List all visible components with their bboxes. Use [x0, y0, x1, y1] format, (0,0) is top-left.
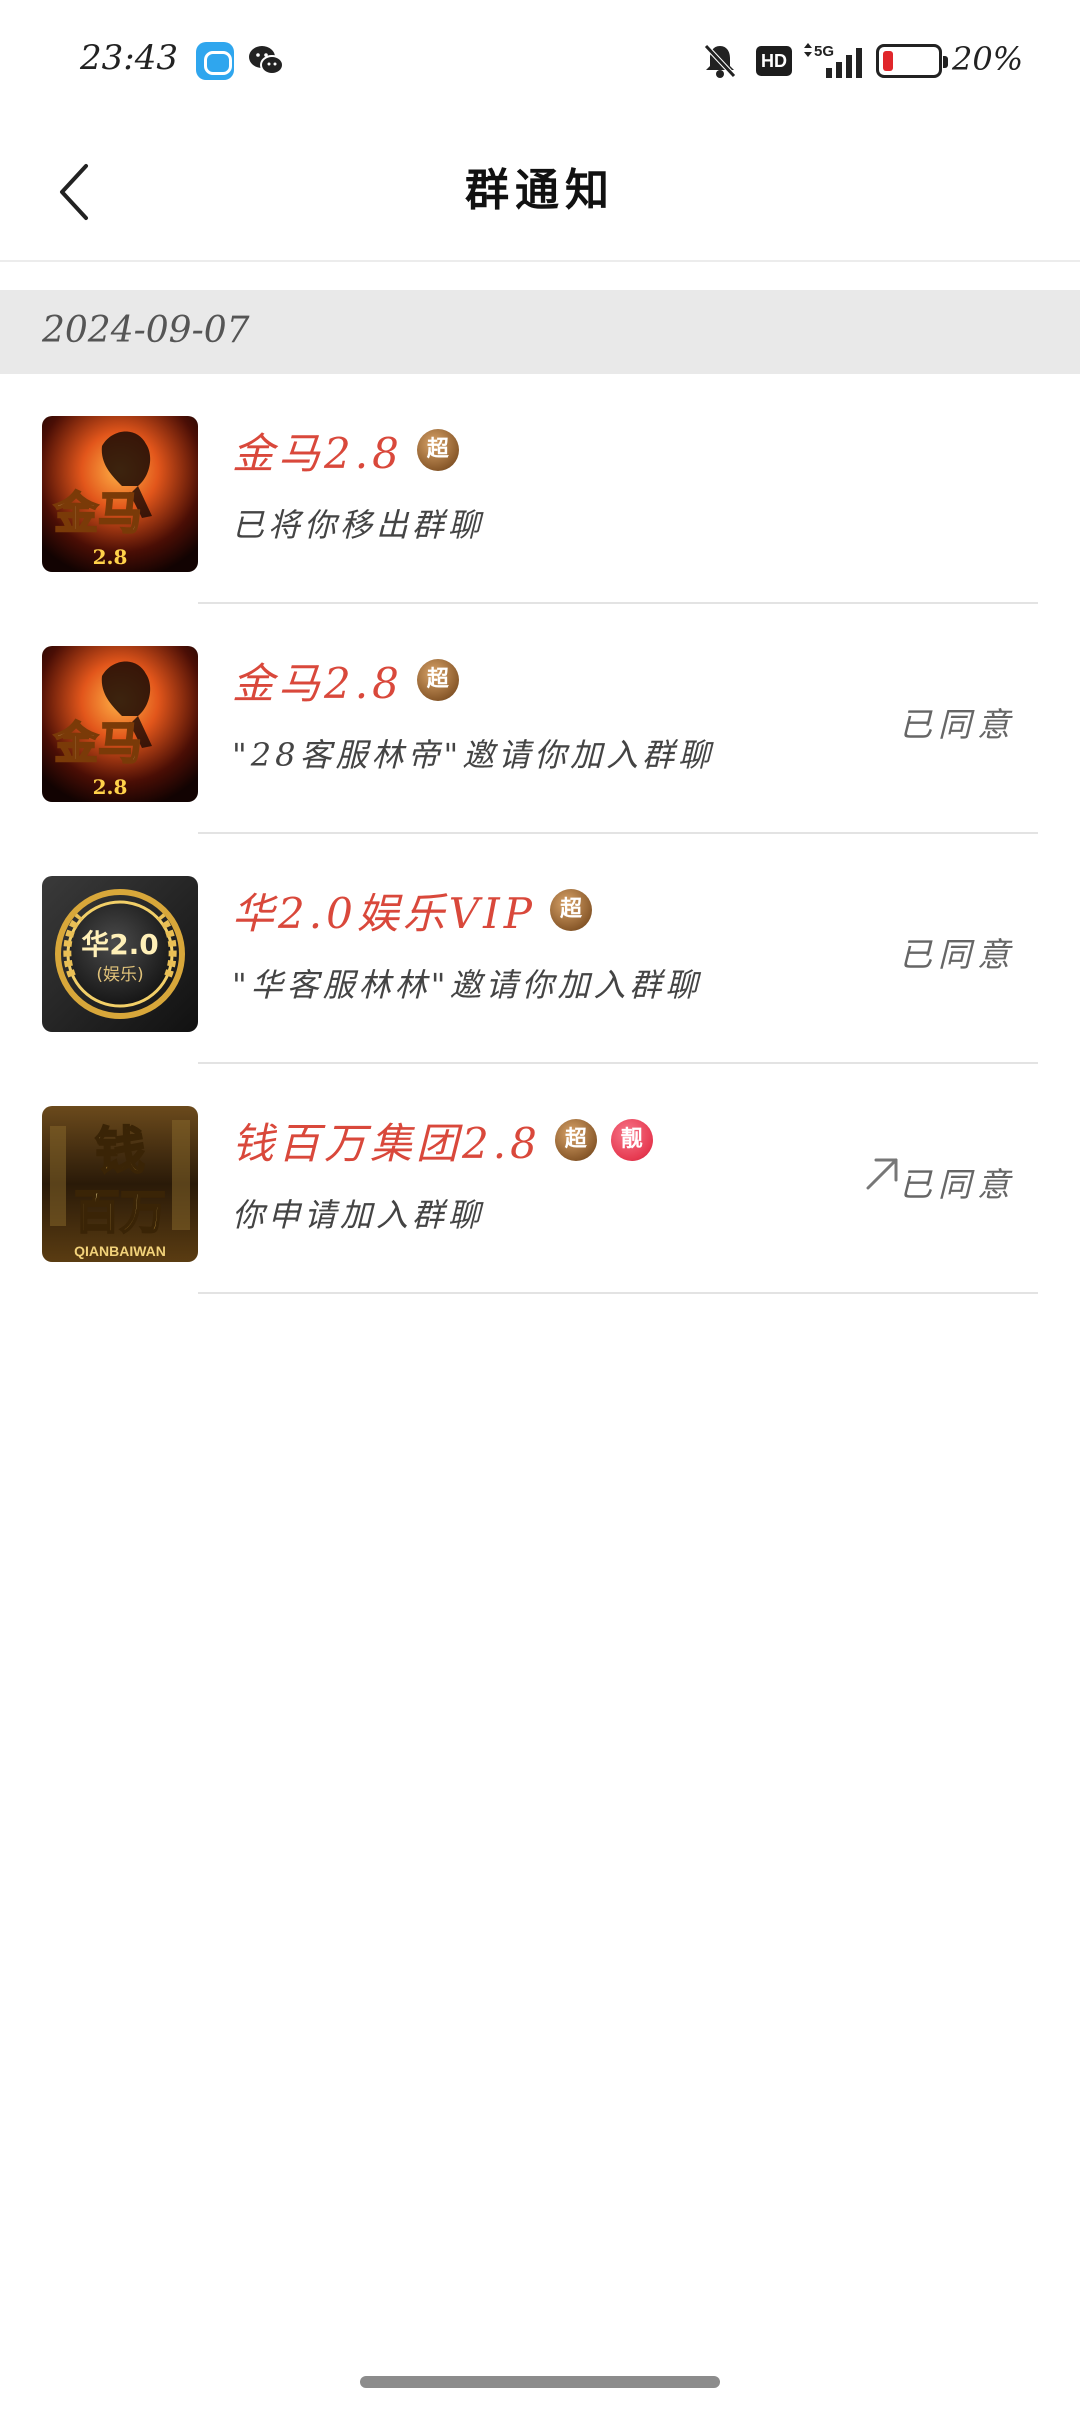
- request-status: 已同意: [899, 935, 1016, 974]
- avatar-subtitle: (娱乐): [96, 965, 143, 985]
- group-avatar[interactable]: 金马 2.8: [42, 646, 198, 802]
- group-name-row: 华2.0娱乐VIP 超: [232, 880, 592, 940]
- super-group-badge: 超: [554, 1119, 597, 1161]
- group-notifications-screen: 23:43 HD 5G 20% 群通知 2024-09-07 金马 2.8 金马…: [0, 0, 1080, 2412]
- page-title: 群通知: [465, 165, 615, 216]
- group-name-row: 金马2.8 超: [232, 650, 459, 710]
- battery-percentage: 20%: [952, 40, 1024, 78]
- group-name: 钱百万集团2.8: [232, 1118, 541, 1168]
- avatar-title: 金马: [53, 718, 142, 769]
- notification-item[interactable]: 金马 2.8 金马2.8 超 "28客服林帝"邀请你加入群聊 已同意: [0, 604, 1080, 834]
- mute-bell-icon: [702, 42, 738, 80]
- app-notification-icon: [196, 42, 234, 80]
- divider: [198, 1292, 1038, 1294]
- hd-icon: HD: [756, 46, 792, 76]
- group-name: 金马2.8: [232, 428, 403, 478]
- group-name-row: 金马2.8 超: [232, 420, 459, 480]
- avatar-title-2: 百万: [74, 1185, 166, 1239]
- pretty-number-badge: 靓: [610, 1119, 653, 1161]
- notification-item[interactable]: 华2.0 (娱乐) 华2.0娱乐VIP 超 "华客服林林"邀请你加入群聊 已同意: [0, 834, 1080, 1064]
- group-name-row: 钱百万集团2.8 超 靓: [232, 1110, 653, 1170]
- 5g-signal-icon: 5G: [800, 40, 864, 80]
- status-time: 23:43: [80, 38, 178, 78]
- notification-message: "28客服林帝"邀请你加入群聊: [232, 736, 715, 774]
- group-name: 金马2.8: [232, 658, 403, 708]
- battery-level: [883, 51, 893, 71]
- super-group-badge: 超: [416, 659, 459, 701]
- avatar-subtitle: 2.8: [93, 545, 128, 569]
- notification-message: 你申请加入群聊: [232, 1196, 485, 1234]
- avatar-title: 钱: [95, 1122, 145, 1180]
- section-date: 2024-09-07: [42, 310, 250, 351]
- network-label: 5G: [814, 43, 834, 60]
- notification-list: 金马 2.8 金马2.8 超 已将你移出群聊 金马 2.8 金马2.8 超 "2…: [0, 374, 1080, 1294]
- group-avatar[interactable]: 金马 2.8: [42, 416, 198, 572]
- avatar-title: 金马: [53, 488, 142, 539]
- notification-message: 已将你移出群聊: [232, 506, 485, 544]
- super-group-badge: 超: [549, 889, 592, 931]
- battery-icon: [876, 44, 948, 78]
- notification-message: "华客服林林"邀请你加入群聊: [232, 966, 702, 1004]
- status-bar: 23:43 HD 5G 20%: [0, 0, 1080, 120]
- group-avatar[interactable]: 钱 百万 QIANBAIWAN: [42, 1106, 198, 1262]
- date-section-header: 2024-09-07: [0, 290, 1080, 374]
- super-group-badge: 超: [416, 429, 459, 471]
- request-status: 已同意: [899, 1165, 1016, 1204]
- avatar-subtitle: QIANBAIWAN: [74, 1243, 166, 1259]
- arrow-up-right-icon: [866, 1158, 898, 1190]
- wechat-icon: [248, 44, 284, 78]
- avatar-subtitle: 2.8: [93, 775, 128, 799]
- notification-item[interactable]: 钱 百万 QIANBAIWAN 钱百万集团2.8 超 靓 你申请加入群聊 已同意: [0, 1064, 1080, 1294]
- avatar-title: 华2.0: [81, 928, 159, 961]
- nav-header: 群通知: [0, 120, 1080, 262]
- group-name: 华2.0娱乐VIP: [232, 888, 536, 938]
- group-avatar[interactable]: 华2.0 (娱乐): [42, 876, 198, 1032]
- home-indicator[interactable]: [360, 2376, 720, 2388]
- request-status: 已同意: [899, 705, 1016, 744]
- notification-item[interactable]: 金马 2.8 金马2.8 超 已将你移出群聊: [0, 374, 1080, 604]
